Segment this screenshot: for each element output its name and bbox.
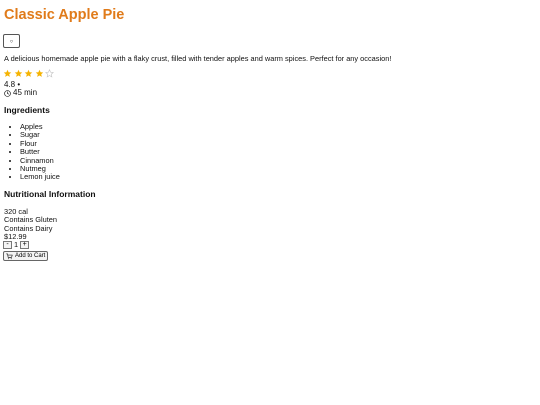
clock-icon [4, 90, 11, 97]
star-icon [24, 69, 33, 77]
recipe-description: A delicious homemade apple pie with a fl… [4, 54, 392, 63]
quantity-value: 1 [14, 240, 19, 249]
add-to-cart-button[interactable]: Add to Cart [3, 251, 49, 261]
star-icon [35, 69, 43, 77]
quantity-stepper: - 1 + [3, 240, 30, 249]
add-to-cart-label: Add to Cart [15, 253, 46, 259]
ingredients-list: ApplesSugarFlourButterCinnamonNutmegLemo… [8, 122, 60, 182]
nutrition-info: 320 cal Contains Gluten Contains Dairy $… [4, 207, 57, 242]
prep-time: 45 min [4, 88, 38, 98]
favorite-button[interactable] [3, 34, 20, 48]
rating-stars [3, 69, 54, 78]
decrement-button[interactable]: - [3, 241, 12, 249]
heart-outline-icon [10, 39, 13, 43]
recipe-page: Classic Apple Pie A delicious homemade a… [0, 0, 540, 405]
star-icon [3, 69, 12, 77]
ingredients-heading: Ingredients [4, 105, 50, 115]
star-icon [45, 69, 54, 78]
prep-time-value: 45 min [13, 88, 38, 97]
star-icon [14, 69, 22, 77]
nutrition-heading: Nutritional Information [4, 189, 96, 199]
recipe-title: Classic Apple Pie [4, 7, 125, 23]
ingredient-item: Lemon juice [20, 172, 60, 181]
increment-button[interactable]: + [20, 241, 30, 249]
shopping-cart-icon [6, 253, 13, 259]
